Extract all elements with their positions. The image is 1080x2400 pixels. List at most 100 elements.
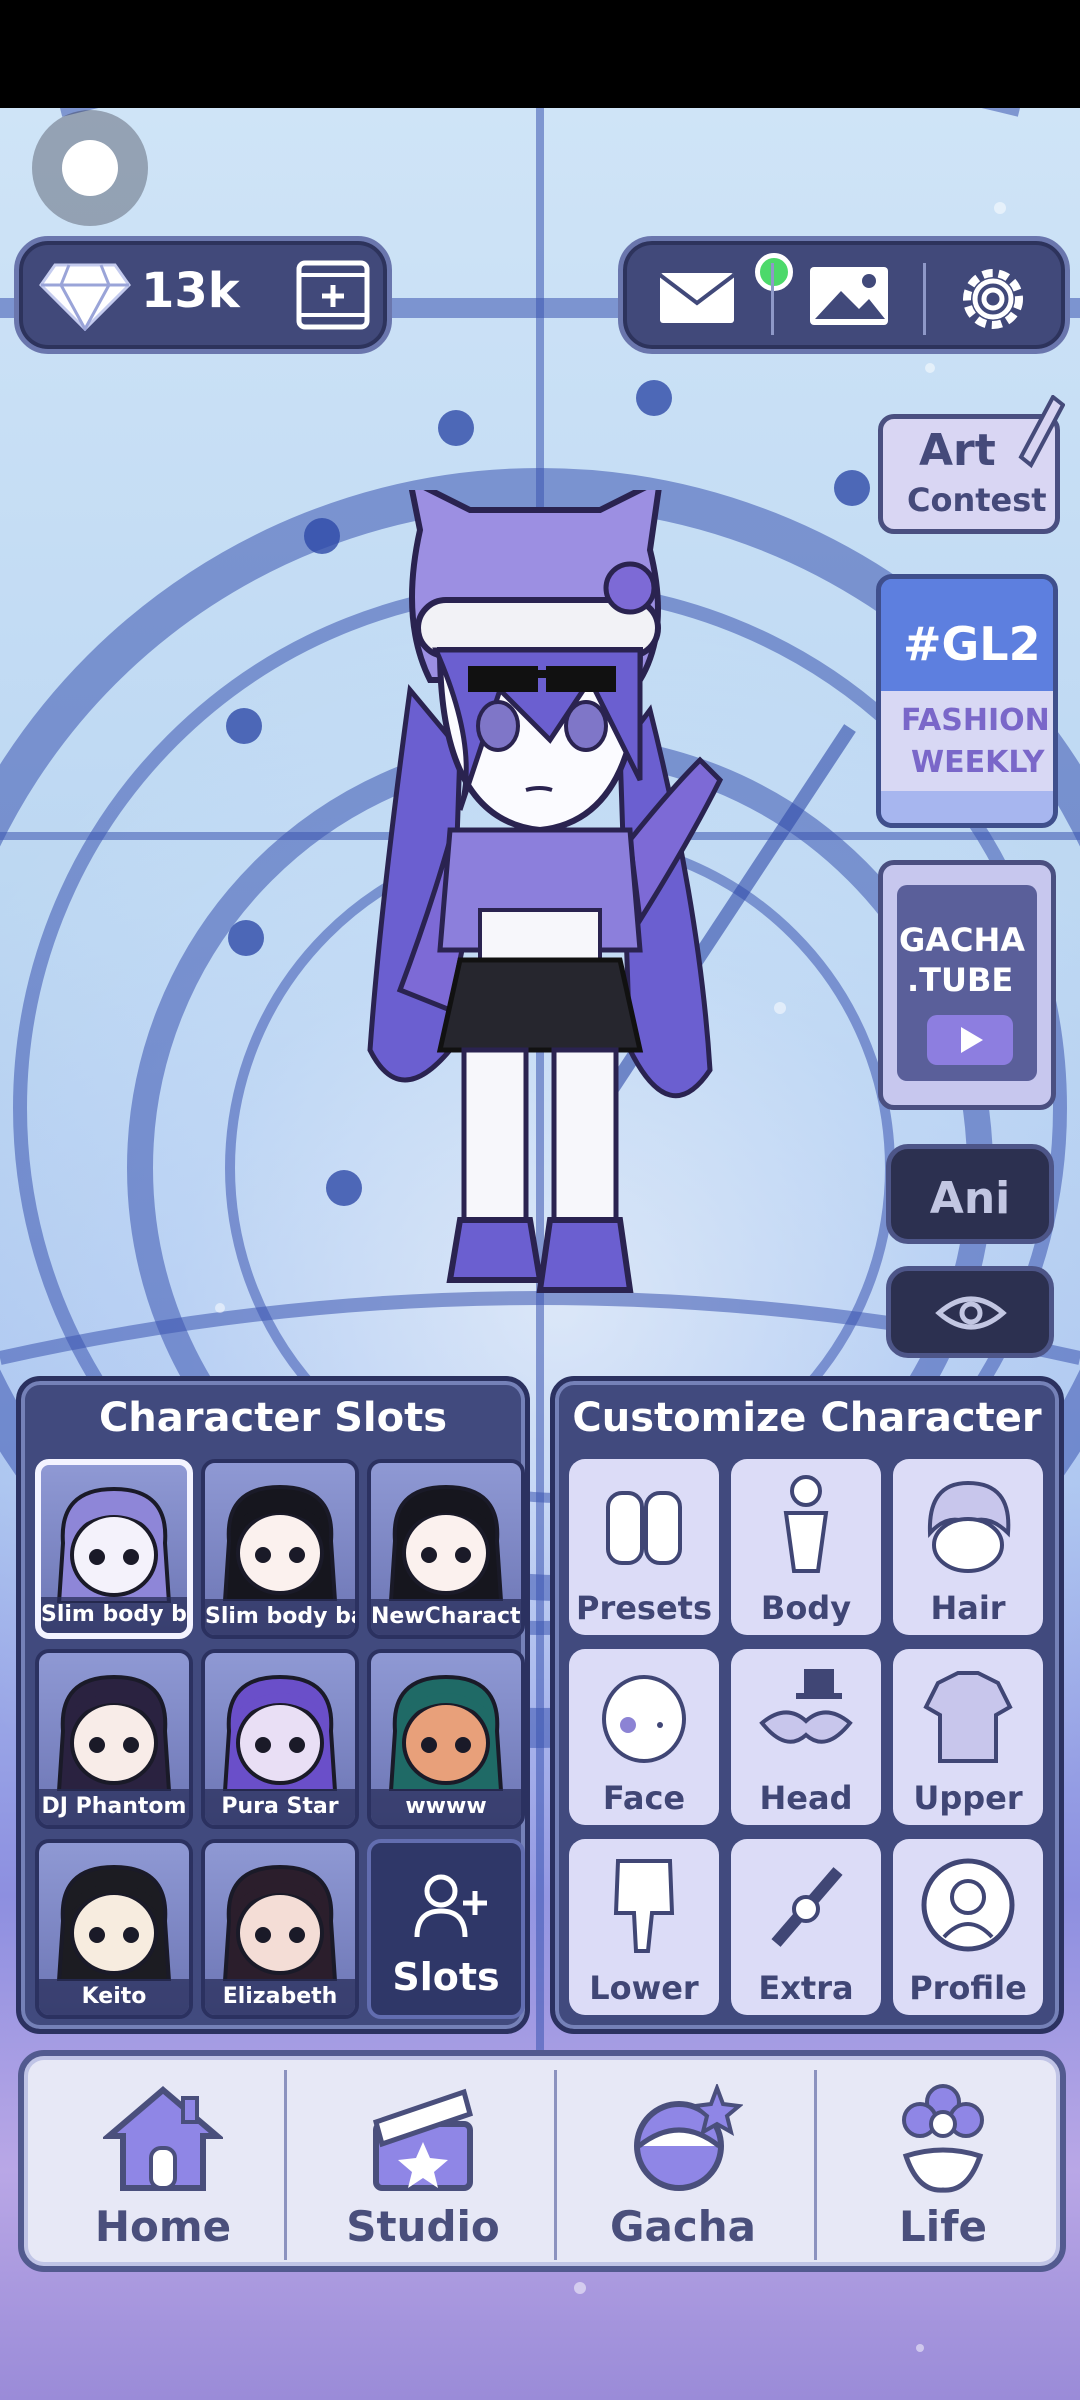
character-slot[interactable]: Pura Star xyxy=(201,1649,359,1829)
customize-character-panel: Customize Character Presets Body Hair Face H… xyxy=(550,1376,1064,2034)
image-icon xyxy=(810,267,888,325)
customize-head-button[interactable]: Head xyxy=(731,1649,881,1825)
body-icon xyxy=(756,1473,856,1581)
character-slot-name: NewCharacter xyxy=(371,1599,521,1635)
gear-icon xyxy=(963,269,1023,329)
customize-presets-button[interactable]: Presets xyxy=(569,1459,719,1635)
art-contest-subtitle: Contest xyxy=(907,481,1047,519)
customize-item-label: Presets xyxy=(575,1589,713,1627)
customize-body-button[interactable]: Body xyxy=(731,1459,881,1635)
character-slot[interactable]: Elizabeth xyxy=(201,1839,359,2019)
character-slot[interactable]: wwww xyxy=(367,1649,525,1829)
character-slot-name: Slim body bas xyxy=(41,1597,187,1633)
lower-icon xyxy=(594,1853,694,1961)
hide-ui-button[interactable] xyxy=(886,1266,1054,1358)
clapperboard-icon xyxy=(372,2088,474,2191)
nav-gacha[interactable]: Gacha xyxy=(554,2056,812,2266)
hair-icon xyxy=(918,1473,1018,1581)
face-icon xyxy=(594,1663,694,1771)
gacha-tube-label-1: GACHA xyxy=(899,921,1026,959)
customize-item-label: Head xyxy=(759,1779,853,1817)
weekly-label: WEEKLY xyxy=(911,745,1045,780)
flower-icon xyxy=(902,2084,984,2193)
record-button[interactable] xyxy=(32,110,148,226)
nav-studio[interactable]: Studio xyxy=(294,2056,552,2266)
customize-hair-button[interactable]: Hair xyxy=(893,1459,1043,1635)
settings-button[interactable] xyxy=(955,261,1031,341)
character-slot[interactable]: NewCharacter xyxy=(367,1459,525,1639)
customize-face-button[interactable]: Face xyxy=(569,1649,719,1825)
character-preview[interactable] xyxy=(340,490,740,1340)
customize-item-label: Face xyxy=(602,1779,686,1817)
upper-icon xyxy=(918,1663,1018,1771)
customize-item-label: Lower xyxy=(589,1969,699,2007)
nav-life-label: Life xyxy=(899,2202,987,2251)
fashion-label: FASHION xyxy=(901,703,1050,738)
character-portrait xyxy=(222,1864,338,1981)
art-contest-button[interactable]: Art Contest xyxy=(878,395,1065,534)
top-right-toolbar xyxy=(618,236,1070,354)
nav-studio-label: Studio xyxy=(346,2202,500,2251)
nav-life[interactable]: Life xyxy=(814,2056,1072,2266)
extra-icon xyxy=(756,1853,856,1961)
gacha-tube-button[interactable]: GACHA .TUBE xyxy=(878,860,1056,1110)
character-slot-name: Elizabeth xyxy=(205,1979,355,2015)
divider xyxy=(771,263,774,335)
add-slots-button[interactable]: Slots xyxy=(367,1839,525,2019)
ani-button[interactable]: Ani xyxy=(886,1144,1054,1244)
record-dot-icon xyxy=(62,140,118,196)
fashion-banner-bottom xyxy=(881,791,1053,823)
customize-profile-button[interactable]: Profile xyxy=(893,1839,1043,2015)
character-slot[interactable]: DJ Phantom xyxy=(35,1649,193,1829)
gacha-ball-icon xyxy=(634,2084,743,2191)
divider xyxy=(923,263,926,335)
gem-count: 13k xyxy=(141,263,240,319)
fashion-weekly-button[interactable]: #GL2 FASHION WEEKLY xyxy=(876,574,1058,828)
character-slots-title: Character Slots xyxy=(98,1395,448,1441)
presets-icon xyxy=(594,1473,694,1581)
character-portrait xyxy=(56,1674,172,1791)
character-portrait xyxy=(56,1864,172,1981)
customize-item-label: Profile xyxy=(909,1969,1027,2007)
character-slot-name: wwww xyxy=(371,1789,521,1825)
eye-icon xyxy=(935,1296,1007,1330)
house-icon xyxy=(103,2086,223,2191)
character-slot-name: Pura Star xyxy=(205,1789,355,1825)
add-slots-label: Slots xyxy=(392,1955,500,1999)
ani-label: Ani xyxy=(929,1173,1011,1224)
customize-item-label: Extra xyxy=(758,1969,854,2007)
add-video-gems-icon[interactable] xyxy=(295,259,371,331)
customize-lower-button[interactable]: Lower xyxy=(569,1839,719,2015)
customize-upper-button[interactable]: Upper xyxy=(893,1649,1043,1825)
nav-home-label: Home xyxy=(94,2202,232,2251)
gallery-button[interactable] xyxy=(807,261,891,335)
mail-button[interactable] xyxy=(657,253,793,333)
character-slot-name: Slim body bas xyxy=(205,1599,355,1635)
currency-bar: 13k xyxy=(14,236,392,354)
character-portrait xyxy=(222,1674,338,1791)
art-contest-title: Art xyxy=(919,425,996,476)
customize-title: Customize Character xyxy=(572,1395,1042,1441)
gacha-tube-label-2: .TUBE xyxy=(907,961,1014,999)
customize-item-label: Body xyxy=(760,1589,852,1627)
mail-icon xyxy=(658,273,736,323)
diamond-icon xyxy=(39,263,131,331)
customize-extra-button[interactable]: Extra xyxy=(731,1839,881,2015)
character-portrait xyxy=(56,1486,172,1603)
character-slot-name: Keito xyxy=(39,1979,189,2015)
play-icon xyxy=(927,1015,1013,1065)
character-portrait xyxy=(222,1484,338,1601)
head-icon xyxy=(756,1663,856,1771)
nav-gacha-label: Gacha xyxy=(610,2202,756,2251)
character-slot[interactable]: Slim body bas xyxy=(201,1459,359,1639)
profile-icon xyxy=(918,1853,1018,1961)
add-user-icon xyxy=(414,1874,487,1938)
character-slot[interactable]: Keito xyxy=(35,1839,193,2019)
bottom-navigation: Home Studio Gacha Life xyxy=(18,2050,1066,2272)
nav-home[interactable]: Home xyxy=(34,2056,292,2266)
customize-item-label: Hair xyxy=(930,1589,1006,1627)
character-slot[interactable]: Slim body bas xyxy=(35,1459,193,1639)
notification-badge xyxy=(755,253,793,291)
character-slot-name: DJ Phantom xyxy=(39,1789,189,1825)
pencil-icon xyxy=(1018,395,1065,469)
